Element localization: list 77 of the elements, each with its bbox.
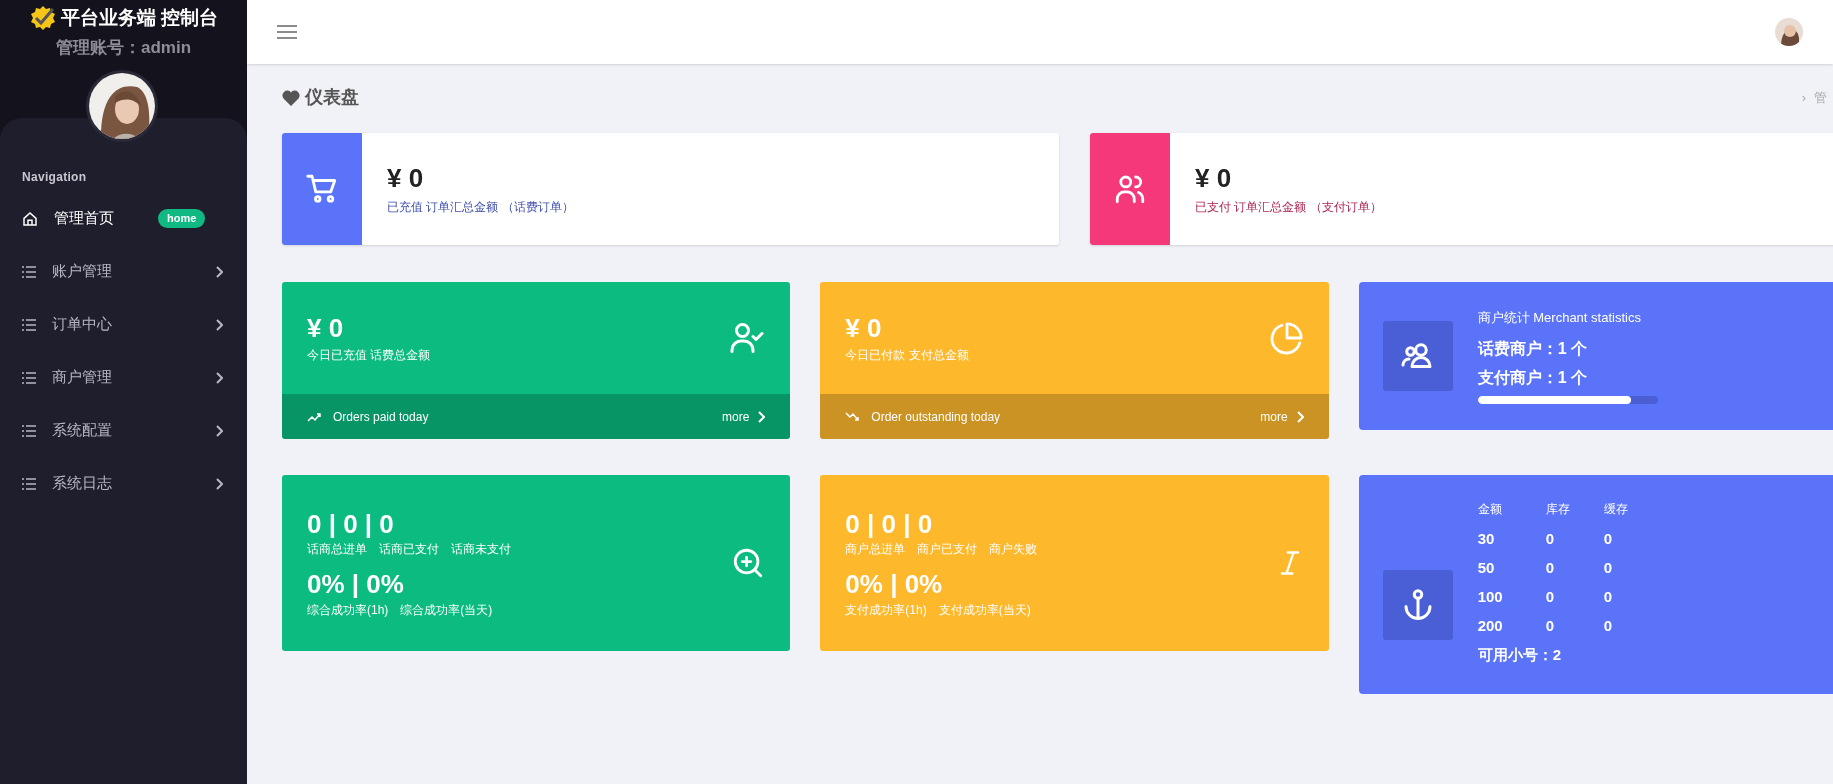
column-header: 库存	[1545, 501, 1571, 518]
table-cell-text: 0	[1545, 587, 1555, 607]
menu-icon[interactable]	[277, 24, 297, 40]
table-cell-text: 30	[1477, 529, 1496, 549]
table-cell-text: 100	[1477, 587, 1504, 607]
trend-down-icon	[845, 411, 860, 422]
count-values: 0 | 0 | 0	[307, 507, 395, 540]
footer-label: Orders paid today	[333, 408, 430, 426]
chevron-right-icon	[1295, 410, 1304, 423]
rate-values: 0% | 0%	[845, 568, 944, 601]
table-cell-text: 0	[1603, 529, 1613, 549]
rate-label: 综合成功率(1h)	[307, 601, 389, 619]
count-label: 话商已支付	[379, 541, 439, 558]
list-icon	[22, 477, 36, 490]
chevron-right-icon	[215, 424, 223, 437]
count-label: 商户已支付	[917, 541, 978, 558]
table-cell-text: 0	[1603, 616, 1613, 636]
footer-label: Order outstanding today	[871, 408, 1002, 426]
table-cell-text: 0	[1603, 558, 1613, 578]
rate-label: 支付成功率(1h)	[845, 601, 927, 619]
merchant-count: 话费商户：1 个	[1477, 338, 1588, 359]
chevron-right-icon	[757, 410, 766, 423]
list-icon	[22, 265, 36, 278]
brand-title: 平台业务端 控制台	[60, 6, 219, 30]
amount-value: ¥ 0	[845, 311, 883, 345]
home-badge: home	[158, 209, 206, 228]
amount-caption: 已充值 订单汇总金额 （话费订单）	[387, 199, 574, 217]
table-cell-text: 0	[1545, 529, 1555, 549]
list-icon	[22, 318, 36, 331]
count-values: 0 | 0 | 0	[845, 507, 934, 540]
page-title: 仪表盘	[305, 86, 359, 109]
nav-item[interactable]: 账户管理	[0, 245, 247, 298]
rate-label: 综合成功率(当天)	[400, 601, 493, 619]
nav-item[interactable]: 商户管理	[0, 351, 247, 404]
rate-values: 0% | 0%	[307, 568, 405, 601]
amount-value: ¥ 0	[387, 161, 425, 195]
count-label: 话商总进单	[307, 541, 367, 558]
list-icon	[22, 424, 36, 437]
account-label: 管理账号：admin	[55, 36, 192, 59]
chevron-right-icon	[215, 371, 223, 384]
amount-caption: 已支付 订单汇总金额 （支付订单）	[1195, 199, 1382, 217]
more-link[interactable]: more	[722, 407, 766, 426]
amount-caption: 今日已付款 支付总金额	[845, 347, 970, 365]
gear-check-icon	[28, 5, 57, 32]
table-cell-text: 0	[1545, 616, 1555, 636]
home-icon	[22, 210, 38, 227]
nav-item[interactable]: 系统配置	[0, 404, 247, 457]
nav-item[interactable]: 管理首页 home	[0, 192, 247, 245]
column-header: 金额	[1477, 501, 1503, 518]
nav-heading: Navigation	[21, 169, 87, 186]
chevron-right-icon	[215, 318, 223, 331]
heart-icon	[282, 89, 300, 106]
count-label: 商户总进单	[845, 541, 906, 558]
amount-value: ¥ 0	[1195, 161, 1233, 195]
cart-icon	[305, 172, 339, 206]
amount-caption: 今日已充值 话费总金额	[307, 347, 432, 365]
count-label: 商户失败	[989, 541, 1038, 558]
nav-item[interactable]: 系统日志	[0, 457, 247, 510]
breadcrumb-separator: ›	[1801, 88, 1806, 107]
user-check-icon	[729, 320, 766, 356]
table-cell-text: 50	[1477, 558, 1496, 578]
table-cell-text: 0	[1545, 558, 1555, 578]
table-cell-text: 200	[1477, 616, 1504, 636]
merchant-title: 商户统计 Merchant statistics	[1477, 309, 1642, 328]
trend-up-icon	[307, 411, 321, 422]
pie-chart-icon	[1269, 321, 1304, 355]
chevron-right-icon	[215, 265, 223, 278]
available-count: 可用小号：2	[1477, 645, 1562, 665]
nav-item[interactable]: 订单中心	[0, 298, 247, 351]
merchant-count: 支付商户：1 个	[1477, 367, 1588, 388]
column-header: 缓存	[1603, 501, 1629, 518]
rate-label: 支付成功率(当天)	[938, 601, 1031, 619]
table-cell-text: 0	[1603, 587, 1613, 607]
chevron-right-icon	[215, 477, 223, 490]
count-label: 话商未支付	[451, 541, 511, 558]
amount-value: ¥ 0	[307, 311, 345, 345]
list-icon	[22, 371, 36, 384]
